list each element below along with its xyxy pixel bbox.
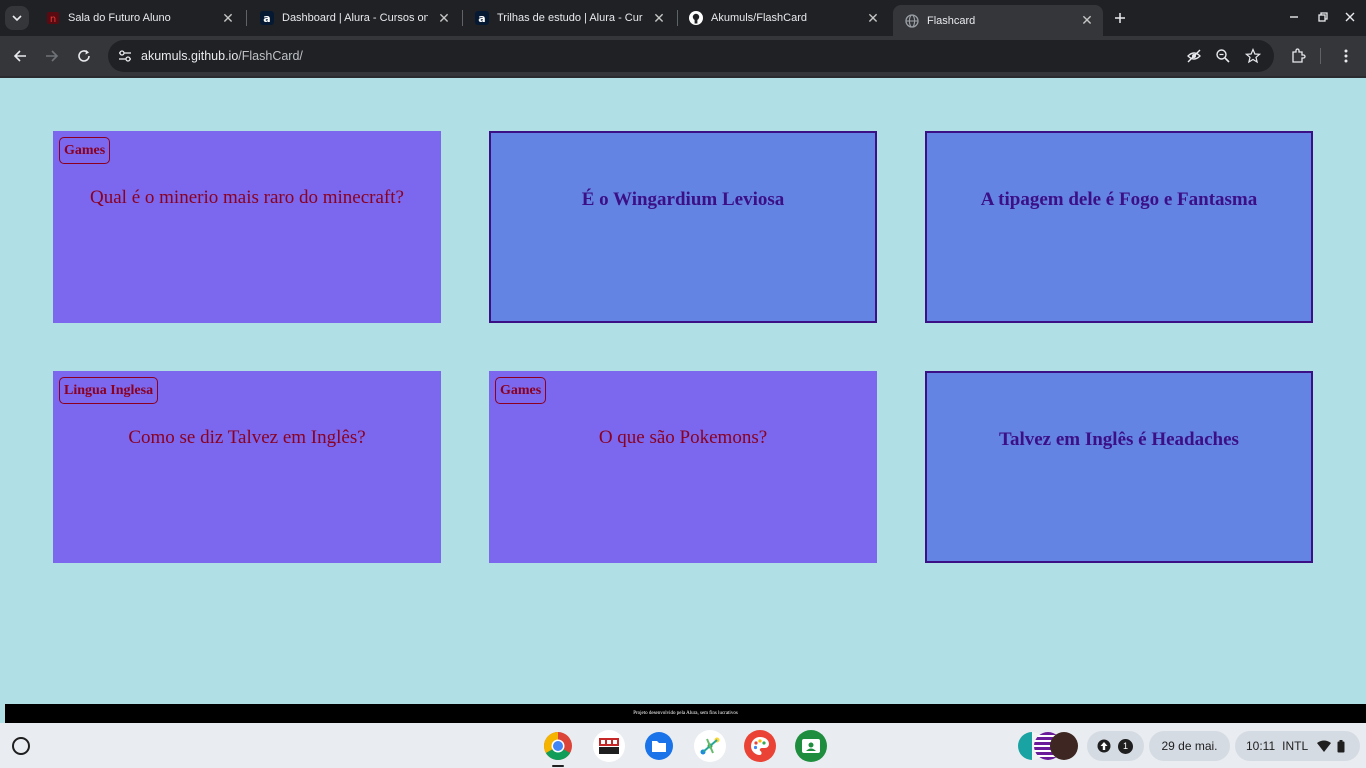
tab-title: Dashboard | Alura - Cursos online <box>282 12 428 24</box>
arrow-right-icon <box>46 50 59 62</box>
classroom-icon <box>802 739 820 753</box>
minimize-icon <box>1290 16 1298 18</box>
tab-alura-trilhas[interactable]: a Trilhas de estudo | Alura - Cursos ✕ <box>463 0 675 36</box>
tab-search-button[interactable] <box>5 6 29 30</box>
alura-favicon-icon: a <box>475 11 489 25</box>
site-settings-icon[interactable] <box>116 47 134 65</box>
flashcard-answer[interactable]: A tipagem dele é Fogo e Fantasma <box>925 131 1313 323</box>
notification-count: 1 <box>1118 738 1133 754</box>
tab-title: Trilhas de estudo | Alura - Cursos <box>497 12 643 24</box>
url-path: /FlashCard/ <box>238 49 303 63</box>
category-badge: Games <box>495 377 547 404</box>
back-button[interactable] <box>8 44 32 68</box>
tab-title: Akumuls/FlashCard <box>711 12 807 24</box>
github-icon <box>689 11 703 25</box>
flashcard-question[interactable]: Games O que são Pokemons? <box>489 371 877 563</box>
tab-flashcard[interactable]: Flashcard ✕ <box>893 5 1103 36</box>
active-app-indicator <box>552 765 564 767</box>
wifi-icon <box>1317 740 1332 752</box>
new-tab-button[interactable] <box>1110 8 1130 28</box>
close-icon[interactable]: ✕ <box>436 10 452 26</box>
reload-icon <box>78 50 90 62</box>
close-icon[interactable]: ✕ <box>1079 12 1095 29</box>
toolbar-separator <box>1320 48 1321 64</box>
minimize-button[interactable] <box>1283 6 1305 28</box>
date-text: 29 de mai. <box>1161 739 1218 753</box>
svg-text:a: a <box>263 12 270 25</box>
upload-icon <box>1097 739 1111 753</box>
answer-text: É o Wingardium Leviosa <box>581 189 785 210</box>
os-shelf: 1 29 de mai. 10:11 INTL <box>0 723 1366 768</box>
svg-text:n: n <box>50 14 56 25</box>
battery-icon <box>1337 739 1345 752</box>
close-icon <box>1345 12 1355 22</box>
app-4-icon <box>700 737 720 755</box>
question-text: O que são Pokemons? <box>598 427 768 448</box>
notification-pill[interactable]: 1 <box>1087 731 1144 761</box>
chrome-icon <box>544 732 572 760</box>
tab-strip: n Sala do Futuro Aluno ✕ a Dashboard | A… <box>0 0 1366 36</box>
close-icon[interactable]: ✕ <box>220 10 236 26</box>
reload-button[interactable] <box>72 44 96 68</box>
arrow-left-icon <box>13 50 26 62</box>
category-badge: Lingua Inglesa <box>59 377 159 404</box>
category-badge: Games <box>59 137 111 164</box>
flashcard-page: Games Qual é o minerio mais raro do mine… <box>0 78 1366 704</box>
chrome-app[interactable] <box>542 730 574 762</box>
bookmark-star-icon[interactable] <box>1244 47 1262 65</box>
flashcard-question[interactable]: Lingua Inglesa Como se diz Talvez em Ing… <box>53 371 441 563</box>
status-tray[interactable]: 10:11 INTL <box>1235 731 1360 761</box>
zoom-icon[interactable] <box>1214 47 1232 65</box>
restore-icon <box>1318 12 1328 22</box>
tab-sala-do-futuro[interactable]: n Sala do Futuro Aluno ✕ <box>34 0 244 36</box>
paint-app[interactable] <box>744 730 776 762</box>
files-app[interactable] <box>643 730 675 762</box>
paint-icon <box>750 737 769 755</box>
files-icon <box>645 732 673 760</box>
flashcard-question[interactable]: Games Qual é o minerio mais raro do mine… <box>53 131 441 323</box>
classroom-app[interactable] <box>795 730 827 762</box>
flashcard-answer[interactable]: É o Wingardium Leviosa <box>489 131 877 323</box>
footer-text: Projeto desenvolvido pela Alura, sem fin… <box>633 711 738 716</box>
close-icon[interactable]: ✕ <box>865 10 881 26</box>
sala-do-futuro-icon <box>599 738 619 754</box>
tab-title: Flashcard <box>927 14 976 27</box>
close-icon[interactable]: ✕ <box>651 10 667 26</box>
answer-text: A tipagem dele é Fogo e Fantasma <box>980 189 1258 210</box>
launcher-button[interactable] <box>9 734 33 758</box>
answer-text: Talvez em Inglês é Headaches <box>999 429 1239 450</box>
browser-toolbar: akumuls.github.io/FlashCard/ <box>0 36 1366 76</box>
close-window-button[interactable] <box>1339 6 1361 28</box>
restore-button[interactable] <box>1312 6 1334 28</box>
globe-icon <box>905 13 919 28</box>
time-text: 10:11 <box>1246 739 1276 753</box>
svg-text:a: a <box>478 12 485 25</box>
tab-alura-dashboard[interactable]: a Dashboard | Alura - Cursos online ✕ <box>248 0 460 36</box>
forward-button[interactable] <box>40 44 64 68</box>
flashcard-answer[interactable]: Talvez em Inglês é Headaches <box>925 371 1313 563</box>
tab-separator <box>246 10 247 26</box>
question-text: Qual é o minerio mais raro do minecraft? <box>90 187 404 208</box>
chevron-down-icon <box>12 15 22 22</box>
page-footer: Projeto desenvolvido pela Alura, sem fin… <box>5 704 1366 723</box>
tote-holding-space[interactable] <box>1018 731 1078 761</box>
sala-do-futuro-favicon-icon: n <box>46 11 60 25</box>
url-text: akumuls.github.io/FlashCard/ <box>141 49 303 63</box>
sala-do-futuro-app[interactable] <box>593 730 625 762</box>
eye-off-icon[interactable] <box>1185 47 1203 65</box>
plus-icon <box>1115 13 1125 23</box>
url-host: akumuls.github.io <box>141 49 239 63</box>
app-4[interactable] <box>694 730 726 762</box>
tab-github-flashcard[interactable]: Akumuls/FlashCard ✕ <box>677 0 889 36</box>
address-bar[interactable]: akumuls.github.io/FlashCard/ <box>108 40 1274 72</box>
extensions-icon[interactable] <box>1286 44 1310 68</box>
ime-indicator: INTL <box>1282 739 1309 753</box>
question-text: Como se diz Talvez em Inglês? <box>128 427 366 448</box>
launcher-icon <box>12 737 30 755</box>
alura-favicon-icon: a <box>260 11 274 25</box>
more-menu-icon[interactable] <box>1334 44 1358 68</box>
recent-file-thumbnail <box>1050 732 1078 760</box>
tab-title: Sala do Futuro Aluno <box>68 12 171 24</box>
date-tray[interactable]: 29 de mai. <box>1149 731 1230 761</box>
